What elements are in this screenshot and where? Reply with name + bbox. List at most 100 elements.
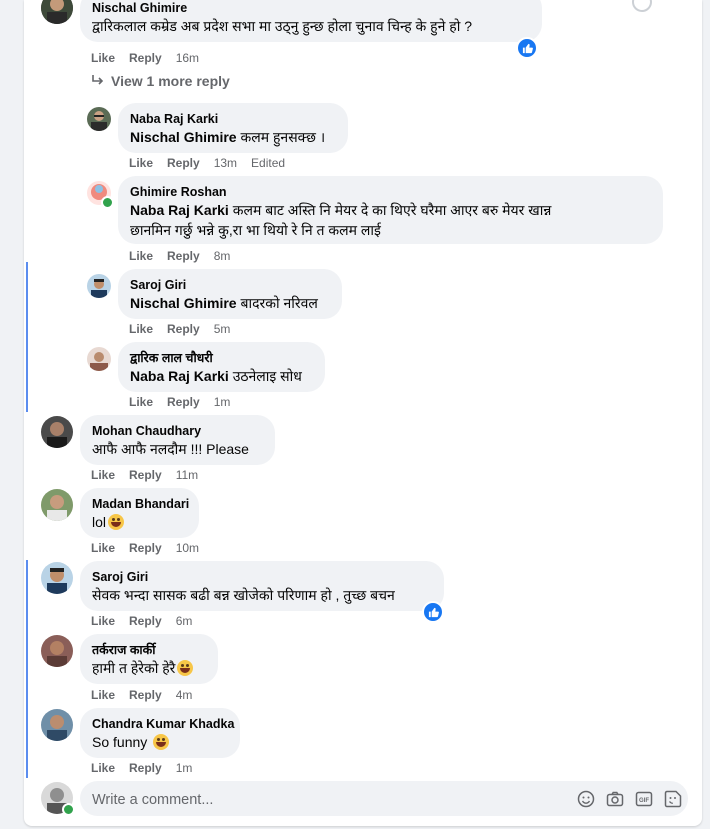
comment-time[interactable]: 1m bbox=[176, 761, 193, 775]
comment-text: So funny bbox=[92, 734, 148, 750]
comment-bubble: Nischal Ghimire द्वारिकलाल कम्रेड अब प्र… bbox=[80, 0, 542, 42]
avatar[interactable] bbox=[41, 709, 73, 741]
comment-author[interactable]: Madan Bhandari bbox=[92, 496, 189, 512]
comment-bubble: Chandra Kumar Khadka So funny bbox=[80, 708, 240, 758]
comment-author[interactable]: Ghimire Roshan bbox=[130, 184, 651, 200]
comment-actions: Like Reply 8m bbox=[129, 249, 244, 263]
comment-author[interactable]: Chandra Kumar Khadka bbox=[92, 716, 234, 732]
comment-text: कलम हुनसक्छ । bbox=[236, 129, 326, 145]
comment-actions: Like Reply 10m bbox=[91, 541, 213, 555]
avatar[interactable] bbox=[87, 107, 111, 131]
comment-actions: Like Reply 1m bbox=[129, 395, 244, 409]
reply-button[interactable]: Reply bbox=[129, 541, 162, 555]
avatar[interactable] bbox=[41, 489, 73, 521]
like-button[interactable]: Like bbox=[91, 761, 115, 775]
write-comment-input[interactable] bbox=[90, 781, 554, 818]
gif-icon[interactable]: GIF bbox=[635, 790, 653, 808]
comment-actions: Like Reply 5m bbox=[129, 322, 244, 336]
comment-text: बादरको नरिवल bbox=[236, 295, 318, 311]
avatar[interactable] bbox=[87, 274, 111, 298]
comment-time[interactable]: 16m bbox=[176, 51, 199, 65]
comment-text: सेवक भन्दा सासक बढी बन्न खोजेको परिणाम ह… bbox=[92, 587, 395, 603]
like-button[interactable]: Like bbox=[129, 249, 153, 263]
avatar[interactable] bbox=[41, 635, 73, 667]
comment-text: आफै आफै नलदौम !!! Please bbox=[92, 441, 249, 457]
comment-time[interactable]: 11m bbox=[176, 468, 198, 482]
comment-actions: Like Reply 4m bbox=[91, 688, 206, 702]
online-status-indicator bbox=[62, 803, 75, 816]
mention-link[interactable]: Nischal Ghimire bbox=[130, 129, 237, 145]
reply-button[interactable]: Reply bbox=[167, 395, 200, 409]
comment-actions: Like Reply 13m Edited bbox=[129, 156, 299, 170]
like-button[interactable]: Like bbox=[91, 688, 115, 702]
comment-text: छानमिन गर्छु भन्ने कु,रा भा थियो रे नि त… bbox=[130, 222, 381, 238]
mention-link[interactable]: Naba Raj Karki bbox=[130, 368, 229, 384]
mention-link[interactable]: Nischal Ghimire bbox=[130, 295, 237, 311]
reply-button[interactable]: Reply bbox=[129, 761, 162, 775]
comment-text: द्वारिकलाल कम्रेड अब प्रदेश सभा मा उठ्नु… bbox=[92, 18, 473, 34]
comment-actions: Like Reply 6m bbox=[91, 614, 206, 628]
comment-bubble: Ghimire Roshan Naba Raj Karki कलम बाट अस… bbox=[118, 176, 663, 244]
comment-actions: Like Reply 11m bbox=[91, 468, 212, 482]
edited-label[interactable]: Edited bbox=[251, 156, 285, 170]
comment-bubble: तर्कराज कार्की हामी त हेरेको हेरै bbox=[80, 634, 218, 684]
thumbs-up-reaction-icon[interactable] bbox=[516, 37, 538, 59]
grinning-emoji-icon bbox=[108, 514, 125, 530]
comment-actions: Like Reply 1m bbox=[91, 761, 206, 775]
like-button[interactable]: Like bbox=[129, 322, 153, 336]
comment-author[interactable]: Nischal Ghimire bbox=[92, 0, 530, 16]
like-button[interactable]: Like bbox=[129, 395, 153, 409]
online-status-indicator bbox=[101, 196, 114, 209]
comment-time[interactable]: 8m bbox=[214, 249, 231, 263]
sticker-icon[interactable] bbox=[664, 790, 682, 808]
view-more-replies-link[interactable]: View 1 more reply bbox=[91, 73, 230, 89]
comment-time[interactable]: 1m bbox=[214, 395, 231, 409]
comment-composer: GIF bbox=[80, 781, 688, 818]
avatar[interactable] bbox=[87, 347, 111, 371]
comment-text: lol bbox=[92, 514, 107, 530]
comment-author[interactable]: Saroj Giri bbox=[130, 277, 330, 293]
reply-arrow-icon bbox=[92, 75, 104, 85]
comment-author[interactable]: Mohan Chaudhary bbox=[92, 423, 263, 439]
reply-button[interactable]: Reply bbox=[129, 468, 162, 482]
comment-author[interactable]: Saroj Giri bbox=[92, 569, 432, 585]
like-button[interactable]: Like bbox=[91, 468, 115, 482]
comment-time[interactable]: 6m bbox=[176, 614, 193, 628]
comment-actions: Like Reply 16m bbox=[91, 51, 213, 65]
like-button[interactable]: Like bbox=[91, 541, 115, 555]
comment-author[interactable]: Naba Raj Karki bbox=[130, 111, 336, 127]
comment-time[interactable]: 4m bbox=[176, 688, 193, 702]
grinning-emoji-icon bbox=[177, 660, 194, 676]
reply-button[interactable]: Reply bbox=[167, 156, 200, 170]
reply-button[interactable]: Reply bbox=[167, 249, 200, 263]
like-button[interactable]: Like bbox=[91, 614, 115, 628]
comment-text: हामी त हेरेको हेरै bbox=[92, 660, 176, 676]
grinning-emoji-icon bbox=[153, 734, 170, 750]
avatar[interactable] bbox=[41, 562, 73, 594]
comment-time[interactable]: 5m bbox=[214, 322, 231, 336]
like-button[interactable]: Like bbox=[129, 156, 153, 170]
reply-button[interactable]: Reply bbox=[129, 51, 162, 65]
thread-line bbox=[26, 560, 28, 778]
reply-button[interactable]: Reply bbox=[129, 614, 162, 628]
comment-time[interactable]: 10m bbox=[176, 541, 199, 555]
view-more-label: View 1 more reply bbox=[111, 73, 230, 89]
avatar[interactable] bbox=[41, 416, 73, 448]
reply-button[interactable]: Reply bbox=[167, 322, 200, 336]
like-button[interactable]: Like bbox=[91, 51, 115, 65]
comment-bubble: Saroj Giri सेवक भन्दा सासक बढी बन्न खोजे… bbox=[80, 561, 444, 611]
comment-author[interactable]: तर्कराज कार्की bbox=[92, 642, 206, 658]
comment-text: कलम बाट अस्ति नि मेयर दे का थिएरे घरैमा … bbox=[228, 202, 552, 218]
emoji-icon[interactable] bbox=[577, 790, 595, 808]
thread-line bbox=[26, 262, 28, 412]
thumbs-up-reaction-icon[interactable] bbox=[422, 601, 444, 623]
mention-link[interactable]: Naba Raj Karki bbox=[130, 202, 229, 218]
comment-bubble: Mohan Chaudhary आफै आफै नलदौम !!! Please bbox=[80, 415, 275, 465]
comment-author[interactable]: द्वारिक लाल चौधरी bbox=[130, 350, 313, 366]
comment-bubble: द्वारिक लाल चौधरी Naba Raj Karki उठनेलाइ… bbox=[118, 342, 325, 392]
comment-time[interactable]: 13m bbox=[214, 156, 237, 170]
camera-icon[interactable] bbox=[606, 790, 624, 808]
comment-bubble: Saroj Giri Nischal Ghimire बादरको नरिवल bbox=[118, 269, 342, 319]
reply-button[interactable]: Reply bbox=[129, 688, 162, 702]
svg-text:GIF: GIF bbox=[639, 798, 649, 804]
